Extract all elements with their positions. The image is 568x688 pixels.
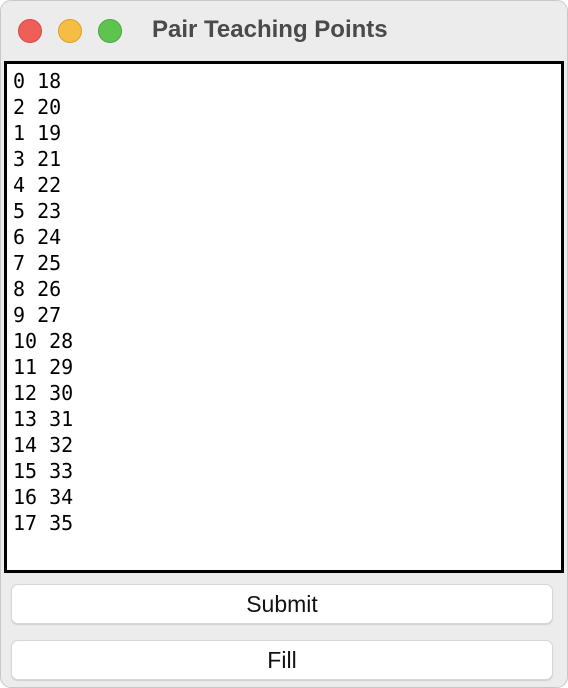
text-line: 7 25 [13, 251, 62, 275]
fill-button[interactable]: Fill [11, 640, 553, 680]
text-line: 13 31 [13, 407, 74, 431]
text-line: 2 20 [13, 95, 62, 119]
text-line: 15 33 [13, 459, 74, 483]
text-line: 8 26 [13, 277, 62, 301]
text-line: 10 28 [13, 329, 74, 353]
text-line: 17 35 [13, 511, 74, 535]
text-line: 14 32 [13, 433, 74, 457]
text-line: 0 18 [13, 69, 62, 93]
text-line: 4 22 [13, 173, 62, 197]
points-text-area[interactable]: 0 18 2 20 1 19 3 21 4 22 5 23 6 24 7 25 8 26 9 27… [4, 61, 564, 573]
text-line: 6 24 [13, 225, 62, 249]
close-window-button[interactable] [18, 19, 42, 43]
app-window: Pair Teaching Points 0 18 2 20 1 19 3 21 4 2… [0, 0, 568, 688]
text-line: 5 23 [13, 199, 62, 223]
text-line: 11 29 [13, 355, 74, 379]
title-bar[interactable]: Pair Teaching Points [1, 1, 567, 59]
text-line: 3 21 [13, 147, 62, 171]
points-list: 0 18 2 20 1 19 3 21 4 22 5 23 6 24 7 25 8 26 9 27… [13, 68, 73, 536]
text-line: 12 30 [13, 381, 74, 405]
text-line: 1 19 [13, 121, 62, 145]
minimize-window-button[interactable] [58, 19, 82, 43]
text-line: 16 34 [13, 485, 74, 509]
submit-button[interactable]: Submit [11, 584, 553, 624]
window-title: Pair Teaching Points [152, 16, 388, 43]
text-line: 9 27 [13, 303, 62, 327]
zoom-window-button[interactable] [98, 19, 122, 43]
